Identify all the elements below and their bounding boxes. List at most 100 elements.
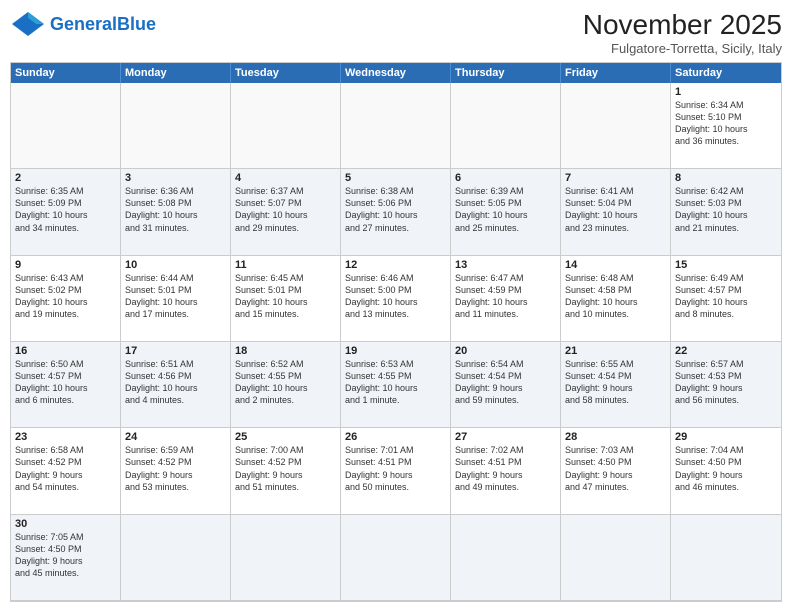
cell-info: Sunrise: 6:58 AM Sunset: 4:52 PM Dayligh… [15, 444, 116, 493]
cell-day-number: 5 [345, 172, 446, 184]
cell-day-number: 1 [675, 86, 777, 98]
calendar-cell [451, 83, 561, 169]
cell-info: Sunrise: 6:57 AM Sunset: 4:53 PM Dayligh… [675, 358, 777, 407]
calendar-cell: 25Sunrise: 7:00 AM Sunset: 4:52 PM Dayli… [231, 428, 341, 514]
cell-day-number: 19 [345, 345, 446, 357]
calendar-cell: 10Sunrise: 6:44 AM Sunset: 5:01 PM Dayli… [121, 256, 231, 342]
cell-info: Sunrise: 6:50 AM Sunset: 4:57 PM Dayligh… [15, 358, 116, 407]
cell-info: Sunrise: 6:42 AM Sunset: 5:03 PM Dayligh… [675, 185, 777, 234]
cell-day-number: 12 [345, 259, 446, 271]
day-header: Friday [561, 63, 671, 83]
cell-day-number: 30 [15, 518, 116, 530]
cell-day-number: 8 [675, 172, 777, 184]
calendar-cell: 12Sunrise: 6:46 AM Sunset: 5:00 PM Dayli… [341, 256, 451, 342]
cell-day-number: 15 [675, 259, 777, 271]
cell-info: Sunrise: 6:35 AM Sunset: 5:09 PM Dayligh… [15, 185, 116, 234]
month-title: November 2025 [583, 10, 782, 41]
calendar-cell: 15Sunrise: 6:49 AM Sunset: 4:57 PM Dayli… [671, 256, 781, 342]
calendar-cell: 13Sunrise: 6:47 AM Sunset: 4:59 PM Dayli… [451, 256, 561, 342]
day-header: Saturday [671, 63, 781, 83]
cell-info: Sunrise: 7:00 AM Sunset: 4:52 PM Dayligh… [235, 444, 336, 493]
calendar-cell: 3Sunrise: 6:36 AM Sunset: 5:08 PM Daylig… [121, 169, 231, 255]
calendar-cell: 24Sunrise: 6:59 AM Sunset: 4:52 PM Dayli… [121, 428, 231, 514]
calendar-cell [11, 83, 121, 169]
calendar-cell: 29Sunrise: 7:04 AM Sunset: 4:50 PM Dayli… [671, 428, 781, 514]
calendar-cell [231, 515, 341, 601]
cell-info: Sunrise: 6:55 AM Sunset: 4:54 PM Dayligh… [565, 358, 666, 407]
title-block: November 2025 Fulgatore-Torretta, Sicily… [583, 10, 782, 56]
cell-day-number: 2 [15, 172, 116, 184]
calendar-cell: 8Sunrise: 6:42 AM Sunset: 5:03 PM Daylig… [671, 169, 781, 255]
cell-info: Sunrise: 6:41 AM Sunset: 5:04 PM Dayligh… [565, 185, 666, 234]
calendar-cell: 19Sunrise: 6:53 AM Sunset: 4:55 PM Dayli… [341, 342, 451, 428]
calendar-cell [341, 515, 451, 601]
cell-info: Sunrise: 6:45 AM Sunset: 5:01 PM Dayligh… [235, 272, 336, 321]
day-header: Tuesday [231, 63, 341, 83]
calendar-cell: 6Sunrise: 6:39 AM Sunset: 5:05 PM Daylig… [451, 169, 561, 255]
calendar-cell [671, 515, 781, 601]
location: Fulgatore-Torretta, Sicily, Italy [583, 41, 782, 56]
cell-day-number: 11 [235, 259, 336, 271]
calendar-cell [451, 515, 561, 601]
day-header: Thursday [451, 63, 561, 83]
cell-day-number: 27 [455, 431, 556, 443]
calendar-cell: 27Sunrise: 7:02 AM Sunset: 4:51 PM Dayli… [451, 428, 561, 514]
cell-day-number: 20 [455, 345, 556, 357]
cell-day-number: 24 [125, 431, 226, 443]
calendar-cell: 1Sunrise: 6:34 AM Sunset: 5:10 PM Daylig… [671, 83, 781, 169]
calendar-cell: 23Sunrise: 6:58 AM Sunset: 4:52 PM Dayli… [11, 428, 121, 514]
calendar-cell [341, 83, 451, 169]
calendar-cell: 30Sunrise: 7:05 AM Sunset: 4:50 PM Dayli… [11, 515, 121, 601]
calendar-cell: 17Sunrise: 6:51 AM Sunset: 4:56 PM Dayli… [121, 342, 231, 428]
calendar-cell: 14Sunrise: 6:48 AM Sunset: 4:58 PM Dayli… [561, 256, 671, 342]
calendar-cell: 9Sunrise: 6:43 AM Sunset: 5:02 PM Daylig… [11, 256, 121, 342]
calendar-cell [561, 83, 671, 169]
logo-text: GeneralBlue [50, 14, 156, 35]
calendar-cell: 22Sunrise: 6:57 AM Sunset: 4:53 PM Dayli… [671, 342, 781, 428]
cell-day-number: 22 [675, 345, 777, 357]
page: GeneralBlue November 2025 Fulgatore-Torr… [0, 0, 792, 612]
calendar-cell: 5Sunrise: 6:38 AM Sunset: 5:06 PM Daylig… [341, 169, 451, 255]
header: GeneralBlue November 2025 Fulgatore-Torr… [10, 10, 782, 56]
calendar-cell: 26Sunrise: 7:01 AM Sunset: 4:51 PM Dayli… [341, 428, 451, 514]
calendar-cell [561, 515, 671, 601]
cell-info: Sunrise: 6:53 AM Sunset: 4:55 PM Dayligh… [345, 358, 446, 407]
cell-day-number: 7 [565, 172, 666, 184]
calendar-cell: 11Sunrise: 6:45 AM Sunset: 5:01 PM Dayli… [231, 256, 341, 342]
cell-info: Sunrise: 6:37 AM Sunset: 5:07 PM Dayligh… [235, 185, 336, 234]
calendar-cell: 18Sunrise: 6:52 AM Sunset: 4:55 PM Dayli… [231, 342, 341, 428]
cell-day-number: 10 [125, 259, 226, 271]
calendar-cell [231, 83, 341, 169]
cell-day-number: 25 [235, 431, 336, 443]
calendar-cell: 21Sunrise: 6:55 AM Sunset: 4:54 PM Dayli… [561, 342, 671, 428]
cell-day-number: 14 [565, 259, 666, 271]
cell-info: Sunrise: 6:48 AM Sunset: 4:58 PM Dayligh… [565, 272, 666, 321]
cell-info: Sunrise: 6:47 AM Sunset: 4:59 PM Dayligh… [455, 272, 556, 321]
cell-info: Sunrise: 6:36 AM Sunset: 5:08 PM Dayligh… [125, 185, 226, 234]
cell-day-number: 17 [125, 345, 226, 357]
cell-info: Sunrise: 6:44 AM Sunset: 5:01 PM Dayligh… [125, 272, 226, 321]
calendar-cell [121, 515, 231, 601]
cell-info: Sunrise: 6:52 AM Sunset: 4:55 PM Dayligh… [235, 358, 336, 407]
logo-icon [10, 10, 46, 38]
cell-day-number: 9 [15, 259, 116, 271]
cell-info: Sunrise: 6:51 AM Sunset: 4:56 PM Dayligh… [125, 358, 226, 407]
cell-day-number: 18 [235, 345, 336, 357]
calendar: SundayMondayTuesdayWednesdayThursdayFrid… [10, 62, 782, 602]
cell-info: Sunrise: 7:02 AM Sunset: 4:51 PM Dayligh… [455, 444, 556, 493]
cell-info: Sunrise: 7:01 AM Sunset: 4:51 PM Dayligh… [345, 444, 446, 493]
cell-day-number: 4 [235, 172, 336, 184]
cell-day-number: 29 [675, 431, 777, 443]
cell-day-number: 3 [125, 172, 226, 184]
cell-info: Sunrise: 6:59 AM Sunset: 4:52 PM Dayligh… [125, 444, 226, 493]
cell-info: Sunrise: 6:38 AM Sunset: 5:06 PM Dayligh… [345, 185, 446, 234]
cell-day-number: 28 [565, 431, 666, 443]
calendar-cell [121, 83, 231, 169]
calendar-cell: 20Sunrise: 6:54 AM Sunset: 4:54 PM Dayli… [451, 342, 561, 428]
calendar-grid: 1Sunrise: 6:34 AM Sunset: 5:10 PM Daylig… [11, 83, 781, 601]
cell-day-number: 13 [455, 259, 556, 271]
cell-day-number: 23 [15, 431, 116, 443]
calendar-cell: 16Sunrise: 6:50 AM Sunset: 4:57 PM Dayli… [11, 342, 121, 428]
cell-info: Sunrise: 7:03 AM Sunset: 4:50 PM Dayligh… [565, 444, 666, 493]
calendar-cell: 2Sunrise: 6:35 AM Sunset: 5:09 PM Daylig… [11, 169, 121, 255]
